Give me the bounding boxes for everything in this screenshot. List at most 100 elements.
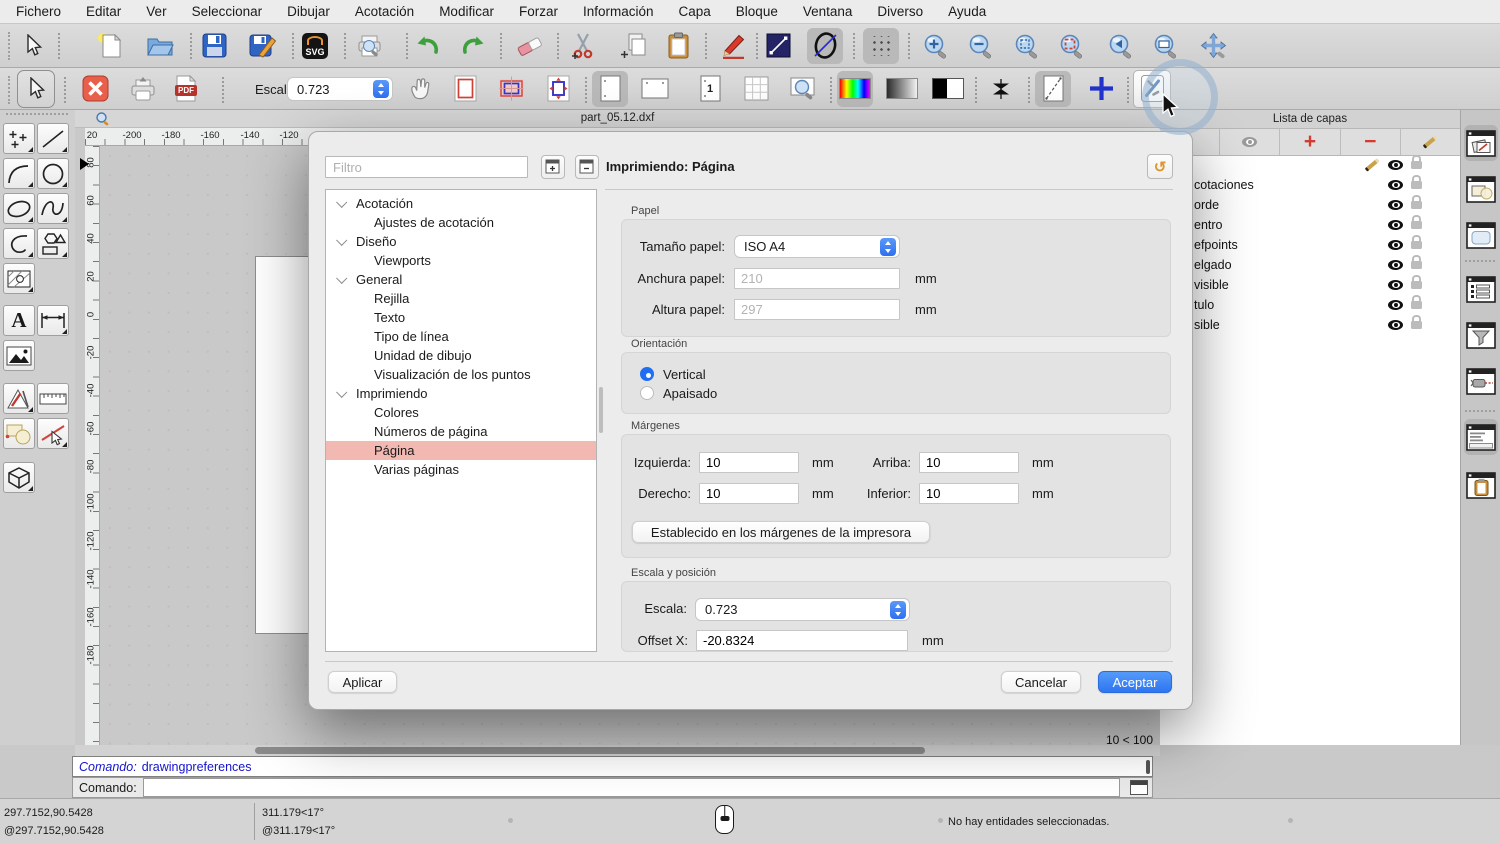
layer-row[interactable] <box>1160 155 1460 176</box>
lines-page-button[interactable] <box>1035 70 1071 107</box>
paste-button[interactable] <box>660 28 696 64</box>
circle-tool-button[interactable] <box>37 158 69 189</box>
vertical-radio[interactable] <box>640 367 654 381</box>
collapse-all-button[interactable] <box>575 155 599 179</box>
library-browser-widget-button[interactable] <box>1464 217 1498 253</box>
polyline-tool-button[interactable] <box>3 228 35 259</box>
clipboard-widget-button[interactable] <box>1464 467 1498 503</box>
select-pointer-button[interactable] <box>15 28 51 64</box>
layer-row[interactable]: tulo <box>1160 295 1460 316</box>
open-drawing-button[interactable] <box>142 28 178 64</box>
layer-row[interactable]: orde <box>1160 195 1460 216</box>
image-tool-button[interactable] <box>3 340 35 371</box>
save-as-button[interactable] <box>244 28 280 64</box>
menu-capa[interactable]: Capa <box>679 4 711 19</box>
eye-icon[interactable] <box>1388 220 1403 230</box>
history-scrollbar[interactable] <box>1146 760 1150 774</box>
menu-seleccionar[interactable]: Seleccionar <box>192 4 263 19</box>
menu-ventana[interactable]: Ventana <box>803 4 853 19</box>
layer-row[interactable]: elgado <box>1160 255 1460 276</box>
toolbar-drag-handle[interactable] <box>8 32 10 60</box>
menu-dibujar[interactable]: Dibujar <box>287 4 330 19</box>
print-preview-button[interactable] <box>352 28 388 64</box>
close-preview-button[interactable] <box>77 71 113 107</box>
detach-command-widget-button[interactable] <box>1130 780 1148 795</box>
palette-drag-handle[interactable] <box>6 113 68 115</box>
scale-combobox[interactable]: 0.723 <box>695 598 910 621</box>
tree-item-visualizacion-de-los-puntos[interactable]: Visualización de los puntos <box>326 365 596 384</box>
spline-tool-button[interactable] <box>37 193 69 224</box>
left-margin-input[interactable] <box>699 452 799 473</box>
menu-forzar[interactable]: Forzar <box>519 4 558 19</box>
color-mode-button[interactable] <box>837 70 873 107</box>
accept-button[interactable]: Aceptar <box>1098 671 1172 693</box>
tree-item-acotacion[interactable]: Acotación <box>326 194 596 213</box>
copy-button[interactable] <box>615 28 651 64</box>
polygon-tool-button[interactable] <box>37 228 69 259</box>
menu-bloque[interactable]: Bloque <box>736 4 778 19</box>
draw-line-button[interactable] <box>760 28 796 64</box>
zoom-out-button[interactable] <box>963 28 999 64</box>
layer-row[interactable]: efpoints <box>1160 235 1460 256</box>
lock-icon[interactable] <box>1411 255 1422 269</box>
zoom-previous-button[interactable] <box>1103 28 1139 64</box>
dimension-tool-button[interactable] <box>37 305 69 336</box>
zoom-pan-button[interactable] <box>1195 28 1231 64</box>
cut-button[interactable] <box>565 28 601 64</box>
tree-item-diseno[interactable]: Diseño <box>326 232 596 251</box>
tree-item-texto[interactable]: Texto <box>326 308 596 327</box>
menu-editar[interactable]: Editar <box>86 4 121 19</box>
paper-border-button[interactable] <box>447 71 483 107</box>
eye-icon[interactable] <box>1388 300 1403 310</box>
chevron-down-icon[interactable] <box>336 196 348 208</box>
fit-paper-button[interactable] <box>540 71 576 107</box>
menu-ayuda[interactable]: Ayuda <box>948 4 986 19</box>
command-input[interactable] <box>142 778 1120 797</box>
paper-width-input[interactable] <box>734 268 900 289</box>
tree-item-imprimiendo[interactable]: Imprimiendo <box>326 384 596 403</box>
zoom-redraw-button[interactable] <box>1054 28 1090 64</box>
trim-tool-button[interactable] <box>37 418 69 449</box>
menu-modificar[interactable]: Modificar <box>439 4 494 19</box>
selection-filter-widget-button[interactable] <box>1464 317 1498 353</box>
tree-item-varias-paginas[interactable]: Varias páginas <box>326 460 596 479</box>
expand-all-button[interactable] <box>541 155 565 179</box>
layer-row[interactable]: sible <box>1160 315 1460 336</box>
tree-item-tipo-de-linea[interactable]: Tipo de línea <box>326 327 596 346</box>
tree-item-numeros-de-pagina[interactable]: Números de página <box>326 422 596 441</box>
toolbar-drag-handle[interactable] <box>8 76 10 104</box>
export-svg-button[interactable]: SVG <box>297 28 333 64</box>
print-button[interactable] <box>124 71 160 107</box>
zoom-in-button[interactable] <box>918 28 954 64</box>
grayscale-mode-button[interactable] <box>884 71 920 107</box>
menu-informacion[interactable]: Información <box>583 4 654 19</box>
chevron-down-icon[interactable] <box>336 386 348 398</box>
line-tool-button[interactable] <box>37 123 69 154</box>
paper-height-input[interactable] <box>734 299 900 320</box>
measure-tool-button[interactable] <box>37 383 69 414</box>
arc-tool-button[interactable] <box>3 158 35 189</box>
cancel-button[interactable]: Cancelar <box>1001 671 1081 693</box>
ellipse-tool-button[interactable] <box>3 193 35 224</box>
content-scrollbar[interactable] <box>599 387 603 433</box>
crosshair-button[interactable] <box>1083 71 1119 107</box>
stepper-icon[interactable] <box>880 237 896 256</box>
preview-select-button[interactable] <box>17 69 55 108</box>
points-tool-button[interactable] <box>3 123 35 154</box>
bottom-margin-input[interactable] <box>919 483 1019 504</box>
single-page-button[interactable]: 1 <box>692 71 728 107</box>
lock-icon[interactable] <box>1411 155 1422 169</box>
paper-size-combobox[interactable]: ISO A4 <box>734 235 900 258</box>
lock-icon[interactable] <box>1411 195 1422 209</box>
edit-layer-button[interactable] <box>1401 129 1460 155</box>
eye-icon[interactable] <box>1388 280 1403 290</box>
menu-ver[interactable]: Ver <box>146 4 166 19</box>
save-button[interactable] <box>196 28 232 64</box>
tree-item-pagina[interactable]: Página <box>326 441 596 460</box>
grid-toggle-button[interactable] <box>863 27 899 64</box>
lock-icon[interactable] <box>1411 215 1422 229</box>
pencil-icon[interactable] <box>1364 158 1380 172</box>
entity-list-widget-button[interactable] <box>1464 271 1498 307</box>
multi-page-button[interactable] <box>738 71 774 107</box>
undo-button[interactable] <box>409 28 445 64</box>
